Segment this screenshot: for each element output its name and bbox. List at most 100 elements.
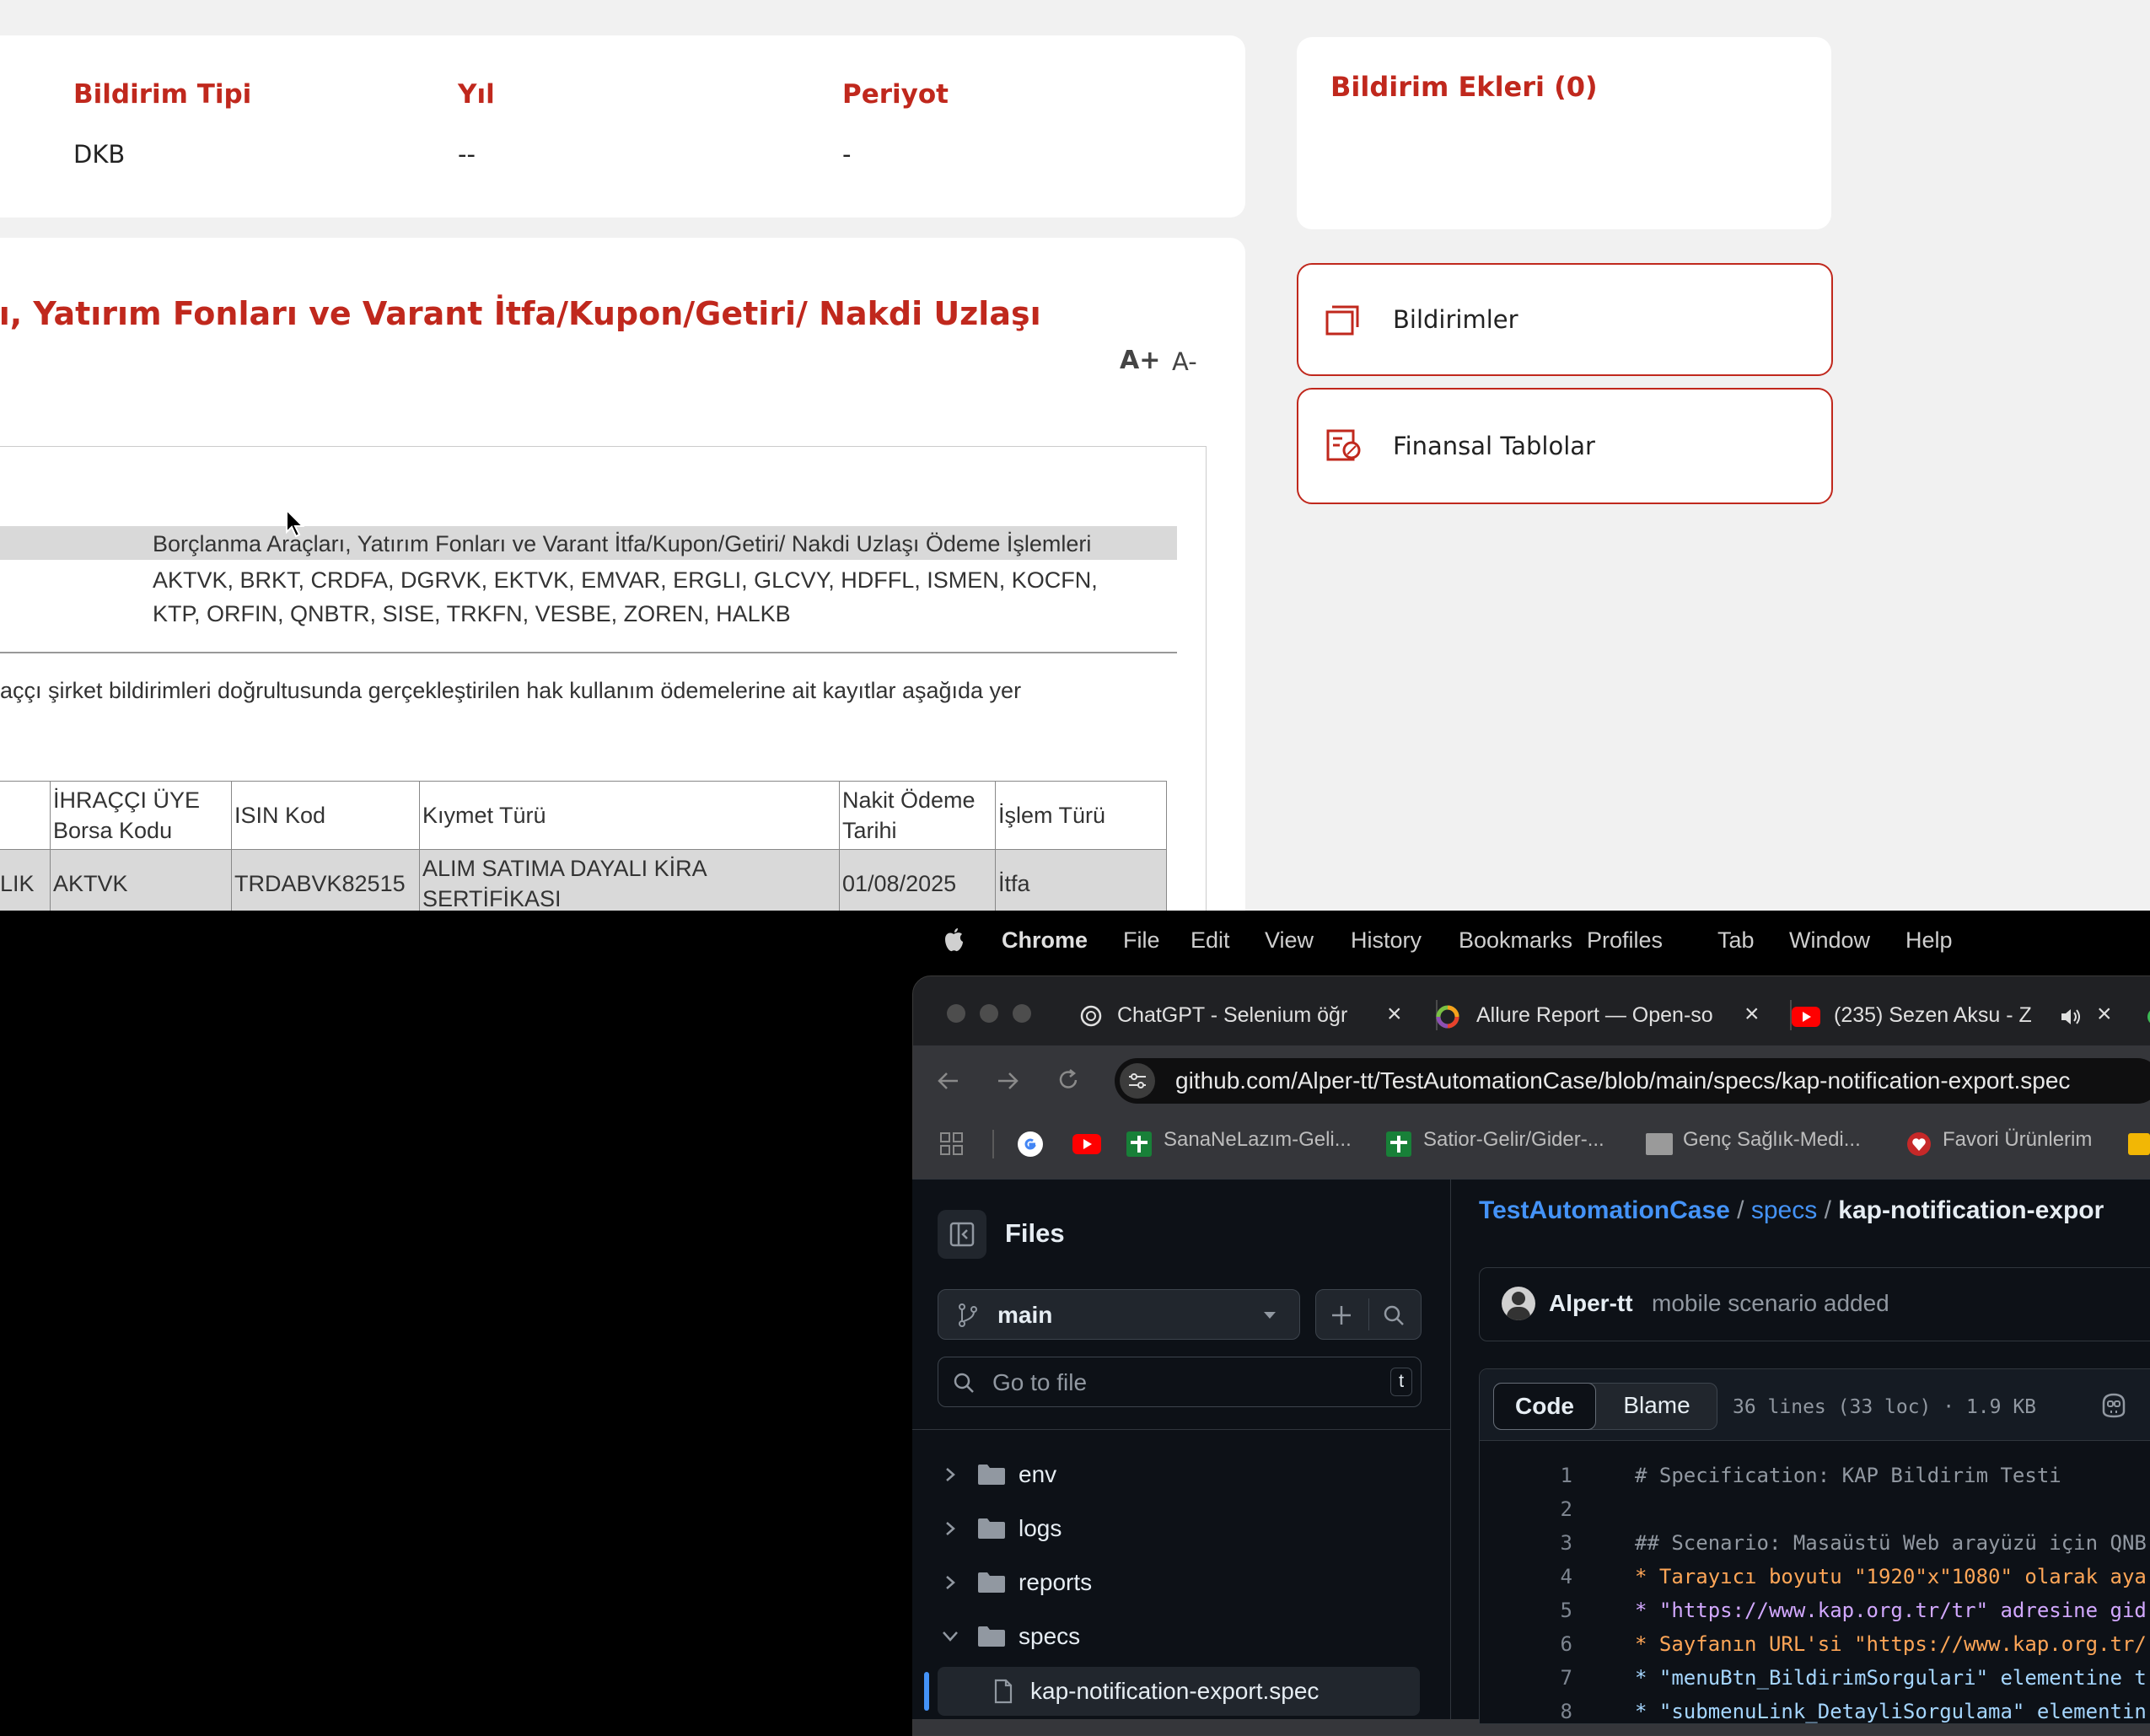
openai-icon	[1080, 1005, 1102, 1027]
blame-tab[interactable]: Blame	[1598, 1383, 1716, 1428]
line-number: 1	[1560, 1464, 1572, 1487]
youtube-icon	[1792, 1007, 1820, 1027]
reload-icon[interactable]	[1056, 1067, 1081, 1093]
maximize-window-button[interactable]	[1013, 1004, 1031, 1023]
table-cell: 01/08/2025	[839, 849, 996, 911]
youtube-bookmark-icon[interactable]	[1072, 1134, 1101, 1154]
tab-title: ChatGPT - Selenium öğr	[1117, 1003, 1348, 1027]
menu-history[interactable]: History	[1351, 927, 1422, 954]
font-increase-button[interactable]: A+	[1120, 346, 1160, 375]
sheets-icon	[1386, 1131, 1411, 1157]
menu-help[interactable]: Help	[1905, 927, 1953, 954]
line-number: 5	[1560, 1599, 1572, 1622]
label-periyot: Periyot	[842, 79, 949, 110]
commit-author[interactable]: Alper-tt	[1549, 1290, 1633, 1317]
bookmark-favori-urunlerim[interactable]: Favori Ürünlerim	[1943, 1128, 2092, 1152]
tune-icon	[1129, 1073, 1146, 1088]
apple-icon[interactable]	[943, 927, 965, 953]
financial-tables-button[interactable]: Finansal Tablolar	[1297, 388, 1833, 504]
table-cell: İtfa	[995, 849, 1167, 911]
menu-bookmarks[interactable]: Bookmarks	[1459, 927, 1572, 954]
notifications-button-label: Bildirimler	[1393, 305, 1518, 334]
tree-item-selected-file[interactable]: kap-notification-export.spec	[924, 1667, 1420, 1716]
table-cell: TRDABVK82515	[231, 849, 420, 911]
branch-selector[interactable]: main	[938, 1289, 1300, 1340]
menu-file[interactable]: File	[1123, 927, 1160, 954]
menu-window[interactable]: Window	[1789, 927, 1870, 954]
menu-tab[interactable]: Tab	[1717, 927, 1755, 954]
url-text[interactable]: github.com/Alper-tt/TestAutomationCase/b…	[1175, 1067, 2070, 1094]
site-favicon	[1646, 1133, 1673, 1155]
go-to-file-placeholder: Go to file	[992, 1369, 1088, 1395]
speaker-icon[interactable]	[2060, 1007, 2082, 1027]
breadcrumb-file: kap-notification-expor	[1838, 1196, 2104, 1224]
bookmark-genc-saglik[interactable]: Genç Sağlık-Medi...	[1683, 1128, 1861, 1152]
address-bar[interactable]: github.com/Alper-tt/TestAutomationCase/b…	[1115, 1058, 2150, 1104]
code-tab[interactable]: Code	[1493, 1383, 1596, 1430]
folder-icon	[978, 1518, 1005, 1539]
collapse-sidebar-button[interactable]	[938, 1210, 986, 1259]
plus-icon[interactable]	[1330, 1303, 1353, 1327]
selection-indicator	[924, 1672, 929, 1711]
menubar-app-name[interactable]: Chrome	[1002, 927, 1088, 954]
latest-commit-bar: Alper-tt mobile scenario added	[1479, 1267, 2150, 1341]
extra-bookmark-favicon[interactable]	[2128, 1133, 2150, 1155]
heart-icon	[1907, 1132, 1931, 1156]
kap-page: Bildirim Tipi DKB Yıl -- Periyot - Bildi…	[0, 0, 2150, 911]
search-icon	[954, 1373, 974, 1393]
shortcut-key-badge: t	[1390, 1368, 1412, 1396]
breadcrumb-repo[interactable]: TestAutomationCase	[1479, 1196, 1730, 1224]
value-bildirim-tipi: DKB	[73, 140, 126, 169]
commit-message[interactable]: mobile scenario added	[1652, 1290, 1889, 1317]
close-tab-icon[interactable]: ×	[2097, 1000, 2112, 1029]
line-number: 6	[1560, 1632, 1572, 1656]
close-window-button[interactable]	[947, 1004, 965, 1023]
value-periyot: -	[842, 140, 852, 169]
go-to-file-input[interactable]: Go to file t	[938, 1357, 1422, 1407]
tree-item-label: reports	[1019, 1569, 1093, 1595]
breadcrumb-folder[interactable]: specs	[1751, 1196, 1817, 1224]
git-branch-icon	[959, 1303, 977, 1327]
report-chart-icon	[1326, 429, 1361, 461]
table-cell: AKTVK	[50, 849, 232, 911]
tree-item-logs[interactable]: logs	[912, 1505, 1450, 1552]
code-line: * "menuBtn_BildirimSorgulari" elementine…	[1635, 1666, 2147, 1690]
tab-youtube[interactable]: (235) Sezen Aksu - Z ×	[1792, 995, 2146, 1037]
close-tab-icon[interactable]: ×	[1744, 1000, 1760, 1029]
tab-allure[interactable]: Allure Report — Open-so ×	[1434, 995, 1778, 1037]
close-tab-icon[interactable]: ×	[1387, 1000, 1402, 1029]
copilot-icon[interactable]	[2099, 1391, 2129, 1420]
menu-profiles[interactable]: Profiles	[1587, 927, 1663, 954]
tree-item-env[interactable]: env	[912, 1451, 1450, 1498]
github-page: Files main Go to file t env logs reports…	[912, 1179, 2150, 1724]
bookmark-sananelazim[interactable]: SanaNeLazım-Geli...	[1164, 1128, 1352, 1152]
forward-arrow-icon[interactable]	[995, 1069, 1020, 1093]
back-arrow-icon[interactable]	[936, 1069, 961, 1093]
menu-view[interactable]: View	[1265, 927, 1314, 954]
tree-item-label: logs	[1019, 1515, 1062, 1541]
add-search-buttons	[1315, 1289, 1422, 1340]
sheets-icon	[1126, 1131, 1152, 1157]
notifications-button[interactable]: Bildirimler	[1297, 263, 1833, 376]
table-header-cell: Nakit Ödeme Tarihi	[839, 781, 996, 850]
tree-item-reports[interactable]: reports	[912, 1559, 1450, 1606]
button-divider	[1368, 1298, 1369, 1330]
breadcrumb-separator: /	[1824, 1196, 1831, 1224]
font-decrease-button[interactable]: A-	[1172, 347, 1197, 376]
google-icon[interactable]	[1017, 1131, 1044, 1158]
apps-grid-icon[interactable]	[939, 1131, 965, 1157]
folder-open-icon	[978, 1626, 1005, 1647]
site-info-button[interactable]	[1120, 1063, 1155, 1099]
menu-edit[interactable]: Edit	[1191, 927, 1230, 954]
tree-item-label: specs	[1019, 1623, 1081, 1649]
minimize-window-button[interactable]	[980, 1004, 998, 1023]
bookmark-satior[interactable]: Satior-Gelir/Gider-...	[1423, 1128, 1604, 1152]
tree-item-specs[interactable]: specs	[912, 1613, 1450, 1660]
attachments-title[interactable]: Bildirim Ekleri (0)	[1330, 71, 1598, 103]
chevron-down-icon	[943, 1631, 958, 1642]
search-icon[interactable]	[1382, 1303, 1406, 1327]
tab-title: Allure Report — Open-so	[1476, 1003, 1713, 1027]
tab-chatgpt[interactable]: ChatGPT - Selenium öğr ×	[1078, 995, 1422, 1037]
line-number: 7	[1560, 1666, 1572, 1690]
avatar[interactable]	[1502, 1287, 1535, 1320]
